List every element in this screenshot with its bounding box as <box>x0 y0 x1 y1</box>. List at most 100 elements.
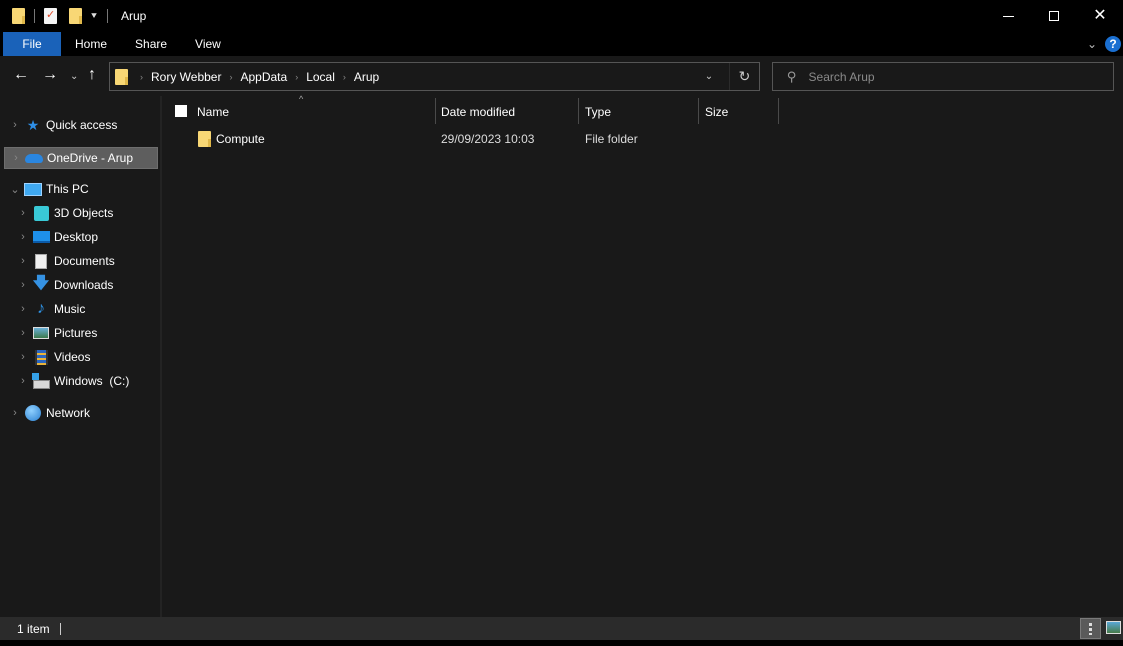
sidebar-item-onedrive[interactable]: › OneDrive - Arup <box>4 147 158 169</box>
breadcrumb-arup[interactable]: Arup <box>354 70 379 84</box>
sidebar-item-label: Desktop <box>54 230 99 244</box>
breadcrumb-local[interactable]: Local <box>306 70 335 84</box>
sidebar-item-label: Quick access <box>46 118 118 132</box>
window-bottom-edge <box>0 640 1123 646</box>
file-name[interactable]: Compute <box>216 132 265 146</box>
breadcrumb-appdata[interactable]: AppData <box>240 70 287 84</box>
folder-icon <box>12 8 25 24</box>
documents-icon <box>32 253 50 269</box>
sidebar-item-label: Pictures <box>54 326 98 340</box>
back-button[interactable]: ← <box>13 66 29 84</box>
forward-button[interactable]: → <box>42 66 58 84</box>
up-button[interactable]: ↑ <box>88 66 96 84</box>
search-input[interactable]: Search Arup <box>809 70 875 84</box>
chevron-right-icon[interactable]: › <box>16 375 30 387</box>
file-row-compute[interactable]: Compute 29/09/2023 10:03 File folder <box>192 128 782 150</box>
sidebar-item-network[interactable]: › Network <box>4 402 158 424</box>
pictures-icon <box>32 325 50 341</box>
column-divider[interactable] <box>778 98 779 124</box>
chevron-right-icon[interactable]: › <box>16 231 30 243</box>
column-header-row: ^ Name Date modified Type Size <box>162 94 1123 126</box>
address-history-dropdown[interactable]: ⌄ <box>699 63 719 90</box>
file-date-modified: 29/09/2023 10:03 <box>441 132 535 146</box>
network-icon <box>24 405 42 421</box>
column-divider[interactable] <box>435 98 436 124</box>
chevron-right-icon[interactable]: › <box>16 303 30 315</box>
tab-file[interactable]: File <box>3 32 61 56</box>
search-box[interactable]: ⚲ Search Arup <box>772 62 1114 91</box>
drive-icon <box>31 372 50 389</box>
column-divider[interactable] <box>578 98 579 124</box>
help-icon[interactable]: ? <box>1105 36 1121 52</box>
file-type: File folder <box>585 132 638 146</box>
sidebar-item-pictures[interactable]: › Pictures <box>4 322 158 344</box>
sidebar-item-this-pc[interactable]: ⌄ This PC <box>4 178 158 200</box>
chevron-right-icon[interactable]: › <box>16 255 30 267</box>
chevron-right-icon[interactable]: › <box>16 327 30 339</box>
column-header-date-modified[interactable]: Date modified <box>441 100 579 124</box>
tab-home[interactable]: Home <box>61 32 121 56</box>
sidebar-item-label: Videos <box>54 350 91 364</box>
sidebar-item-downloads[interactable]: › 🡇 Downloads <box>4 274 158 296</box>
sidebar-item-label: 3D Objects <box>54 206 114 220</box>
file-list: ^ Name Date modified Type Size Compute 2… <box>162 94 1123 617</box>
sidebar-item-label: OneDrive - Arup <box>47 151 134 165</box>
chevron-down-icon[interactable]: ⌄ <box>8 183 22 196</box>
column-header-type[interactable]: Type <box>585 100 699 124</box>
search-icon: ⚲ <box>787 68 797 84</box>
breadcrumb-separator[interactable]: › <box>229 72 232 82</box>
sidebar-item-music[interactable]: › ♪ Music <box>4 298 158 320</box>
recent-locations-dropdown[interactable]: ⌄ <box>70 68 78 86</box>
expand-ribbon-icon[interactable]: ⌄ <box>1087 37 1097 51</box>
chevron-right-icon[interactable]: › <box>16 279 30 291</box>
sidebar-item-videos[interactable]: › Videos <box>4 346 158 368</box>
sidebar-item-label: Downloads <box>54 278 114 292</box>
maximize-icon <box>1049 11 1059 21</box>
minimize-icon <box>1002 15 1014 17</box>
3d-objects-icon <box>32 205 50 221</box>
breadcrumb-rory-webber[interactable]: Rory Webber <box>151 70 221 84</box>
column-divider[interactable] <box>698 98 699 124</box>
toolbar-divider <box>107 9 108 23</box>
item-count: 1 item <box>17 621 50 636</box>
folder-icon <box>115 68 128 85</box>
status-bar: 1 item <box>0 617 1123 640</box>
chevron-right-icon[interactable]: › <box>16 351 30 363</box>
sidebar-item-desktop[interactable]: › Desktop <box>4 226 158 248</box>
sidebar-item-3d-objects[interactable]: › 3D Objects <box>4 202 158 224</box>
sidebar-item-label: Documents <box>54 254 115 268</box>
new-folder-icon[interactable] <box>69 8 82 24</box>
chevron-right-icon[interactable]: › <box>8 407 22 419</box>
tab-share[interactable]: Share <box>121 32 181 56</box>
breadcrumb-separator[interactable]: › <box>295 72 298 82</box>
toolbar-divider <box>34 9 35 23</box>
sidebar-item-documents[interactable]: › Documents <box>4 250 158 272</box>
chevron-right-icon[interactable]: › <box>9 152 23 164</box>
column-header-name[interactable]: Name <box>197 100 435 124</box>
breadcrumb-separator[interactable]: › <box>140 72 143 82</box>
breadcrumb-separator[interactable]: › <box>343 72 346 82</box>
refresh-button[interactable]: ↻ <box>729 63 759 90</box>
minimize-button[interactable] <box>985 0 1031 32</box>
maximize-button[interactable] <box>1031 0 1077 32</box>
sidebar-item-label: This PC <box>46 182 89 196</box>
close-icon: ✕ <box>1093 7 1107 24</box>
address-bar[interactable]: › Rory Webber › AppData › Local › Arup ⌄… <box>109 62 760 91</box>
close-button[interactable]: ✕ <box>1077 0 1123 32</box>
downloads-icon: 🡇 <box>32 274 50 292</box>
select-all-checkbox[interactable] <box>175 105 187 117</box>
sidebar-item-label: Music <box>54 302 86 316</box>
chevron-right-icon[interactable]: › <box>8 119 22 131</box>
customize-toolbar-dropdown[interactable]: ⯆ <box>90 11 98 22</box>
sidebar-item-windows-c[interactable]: › Windows (C:) <box>4 370 158 392</box>
chevron-right-icon[interactable]: › <box>16 207 30 219</box>
computer-icon <box>24 181 42 197</box>
sidebar-item-quick-access[interactable]: › ★ Quick access <box>4 114 158 136</box>
navigation-pane: › ★ Quick access › OneDrive - Arup ⌄ Thi… <box>0 96 160 617</box>
tab-view[interactable]: View <box>181 32 235 56</box>
column-header-size[interactable]: Size <box>705 100 779 124</box>
details-view-button[interactable] <box>1080 618 1101 639</box>
status-divider <box>59 622 61 635</box>
properties-icon[interactable] <box>44 8 57 24</box>
large-icons-view-button[interactable] <box>1106 621 1121 634</box>
